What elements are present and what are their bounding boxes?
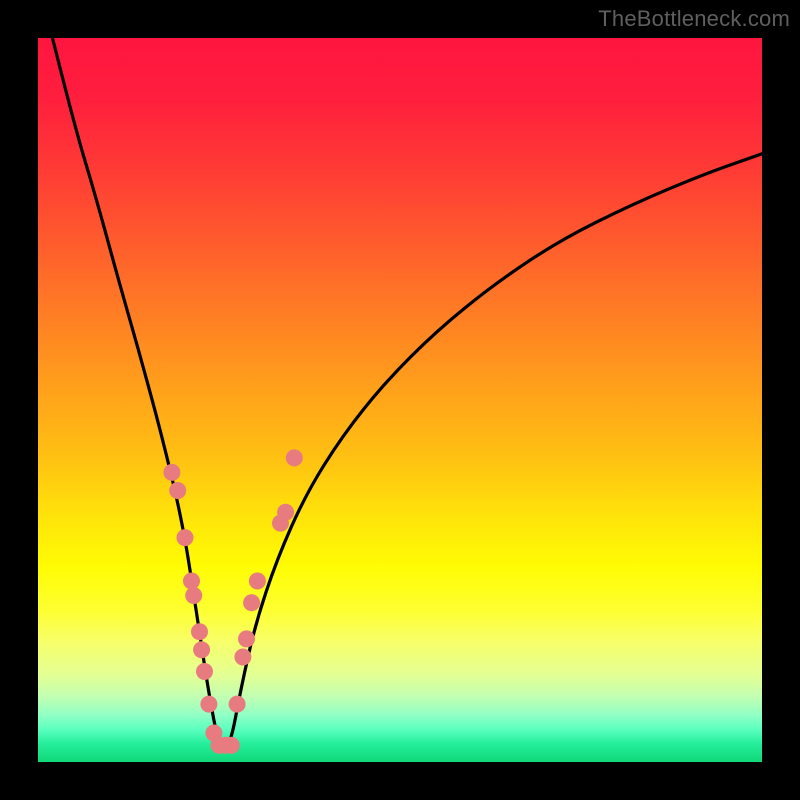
watermark-text: TheBottleneck.com [598,6,790,32]
data-dot [185,587,202,604]
data-dot [223,737,240,754]
data-dot [191,623,208,640]
data-dot [200,696,217,713]
chart-svg [38,38,762,762]
data-dot [243,594,260,611]
annotation-dots [163,449,302,753]
data-dot [169,482,186,499]
data-dot [193,641,210,658]
data-dot [249,573,266,590]
data-dot [229,696,246,713]
data-dot [286,449,303,466]
plot-area [38,38,762,762]
bottleneck-curve [53,38,763,748]
data-dot [163,464,180,481]
data-dot [234,649,251,666]
data-dot [238,630,255,647]
data-dot [177,529,194,546]
data-dot [277,504,294,521]
chart-frame: TheBottleneck.com [0,0,800,800]
data-dot [183,573,200,590]
data-dot [196,663,213,680]
